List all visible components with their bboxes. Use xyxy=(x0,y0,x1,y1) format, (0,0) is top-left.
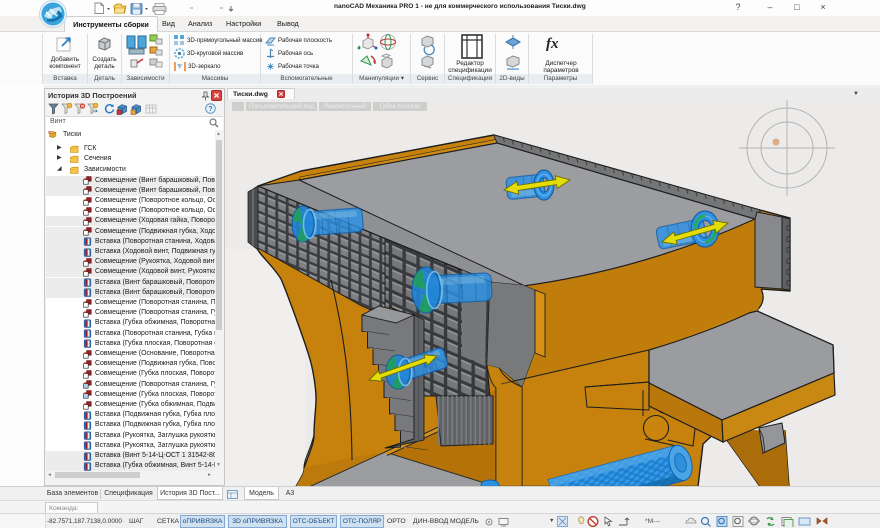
svg-text:?: ? xyxy=(208,106,212,113)
